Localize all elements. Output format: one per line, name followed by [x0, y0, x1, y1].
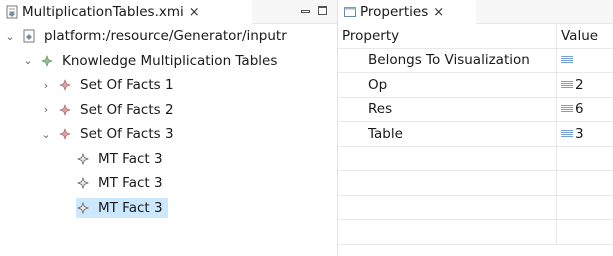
- editor-tab-close-icon[interactable]: ×: [189, 5, 200, 20]
- tree-node-label: MT Fact 3: [98, 199, 163, 216]
- editor-tab[interactable]: MultiplicationTables.xmi ×: [0, 0, 252, 24]
- editor-tab-label: MultiplicationTables.xmi: [22, 4, 184, 20]
- attribute-value-icon: [561, 80, 573, 89]
- tree-node-label: MT Fact 3: [98, 175, 163, 192]
- property-value: [557, 147, 613, 171]
- chevron-down-icon[interactable]: ⌄: [22, 53, 34, 69]
- tree-node[interactable]: › Set Of Facts 1: [0, 73, 337, 98]
- empty-property-row: [338, 146, 613, 171]
- property-value: 2: [575, 76, 584, 93]
- class-node-icon: [76, 175, 90, 191]
- tree-node-label: Knowledge Multiplication Tables: [62, 52, 278, 69]
- tree-node[interactable]: › Set Of Facts 2: [0, 98, 337, 123]
- property-row[interactable]: Res 6: [338, 97, 613, 122]
- tree-node-label: MT Fact 3: [98, 150, 163, 167]
- chevron-down-icon[interactable]: ⌄: [40, 126, 52, 142]
- attribute-value-icon: [561, 105, 573, 114]
- property-column-header[interactable]: Property: [338, 24, 557, 48]
- empty-property-row: [338, 195, 613, 220]
- editor-tabbar: MultiplicationTables.xmi ×: [0, 0, 337, 24]
- properties-tab-label: Properties: [360, 4, 429, 20]
- class-node-icon: [58, 102, 72, 118]
- property-value: [557, 171, 613, 195]
- property-name: [338, 220, 557, 244]
- properties-icon: [342, 4, 358, 20]
- property-name: [338, 171, 557, 195]
- property-value: 3: [575, 125, 584, 142]
- property-name: [338, 146, 557, 170]
- property-row[interactable]: Op 2: [338, 73, 613, 98]
- property-row[interactable]: Belongs To Visualization: [338, 48, 613, 73]
- attribute-value-icon: [561, 129, 573, 138]
- value-column-header[interactable]: Value: [557, 24, 613, 48]
- class-node-icon: [76, 200, 90, 216]
- minimize-icon[interactable]: [301, 10, 310, 13]
- property-name: Op: [338, 73, 557, 97]
- model-tree: ⌄ platform:/resource/Generator/inputr ⌄ …: [0, 24, 337, 220]
- xmi-file-icon: [4, 4, 20, 20]
- tree-node-label: Set Of Facts 1: [80, 77, 174, 94]
- property-name: [338, 195, 557, 219]
- property-value: [557, 220, 613, 244]
- attribute-value-icon: [561, 56, 573, 65]
- chevron-right-icon[interactable]: ›: [40, 102, 52, 118]
- properties-tabbar: Properties ×: [338, 0, 613, 24]
- property-name: Belongs To Visualization: [338, 48, 557, 72]
- empty-property-row: [338, 220, 613, 245]
- property-value: 6: [575, 101, 584, 118]
- chevron-down-icon[interactable]: ⌄: [4, 28, 16, 44]
- model-editor-panel: MultiplicationTables.xmi × ⌄ platform:/r…: [0, 0, 338, 256]
- tree-node[interactable]: MT Fact 3: [0, 171, 337, 196]
- properties-table-header: Property Value: [338, 24, 613, 49]
- class-node-icon: [58, 77, 72, 93]
- property-row[interactable]: Table 3: [338, 122, 613, 147]
- property-name: Table: [338, 122, 557, 146]
- tree-node-label: platform:/resource/Generator/inputr: [44, 28, 287, 45]
- tree-node[interactable]: ⌄ platform:/resource/Generator/inputr: [0, 24, 337, 49]
- properties-tab-close-icon[interactable]: ×: [433, 5, 444, 20]
- tree-node-label: Set Of Facts 3: [80, 126, 174, 143]
- tree-node[interactable]: MT Fact 3: [0, 147, 337, 172]
- property-value: [557, 196, 613, 220]
- properties-panel: Properties × Property Value Belongs To V…: [338, 0, 613, 256]
- chevron-right-icon[interactable]: ›: [40, 77, 52, 93]
- editor-view-controls: [301, 6, 327, 15]
- class-node-icon: [76, 151, 90, 167]
- resource-icon: [22, 28, 36, 44]
- maximize-icon[interactable]: [318, 6, 327, 15]
- class-node-icon: [58, 126, 72, 142]
- properties-table: Property Value Belongs To Visualization …: [338, 24, 613, 245]
- tree-node-selected[interactable]: MT Fact 3: [0, 196, 337, 221]
- tree-node[interactable]: ⌄ Knowledge Multiplication Tables: [0, 49, 337, 74]
- property-name: Res: [338, 97, 557, 121]
- tree-node-label: Set Of Facts 2: [80, 101, 174, 118]
- class-node-icon: [40, 53, 54, 69]
- empty-property-row: [338, 171, 613, 196]
- properties-tab[interactable]: Properties ×: [338, 0, 476, 24]
- tree-node[interactable]: ⌄ Set Of Facts 3: [0, 122, 337, 147]
